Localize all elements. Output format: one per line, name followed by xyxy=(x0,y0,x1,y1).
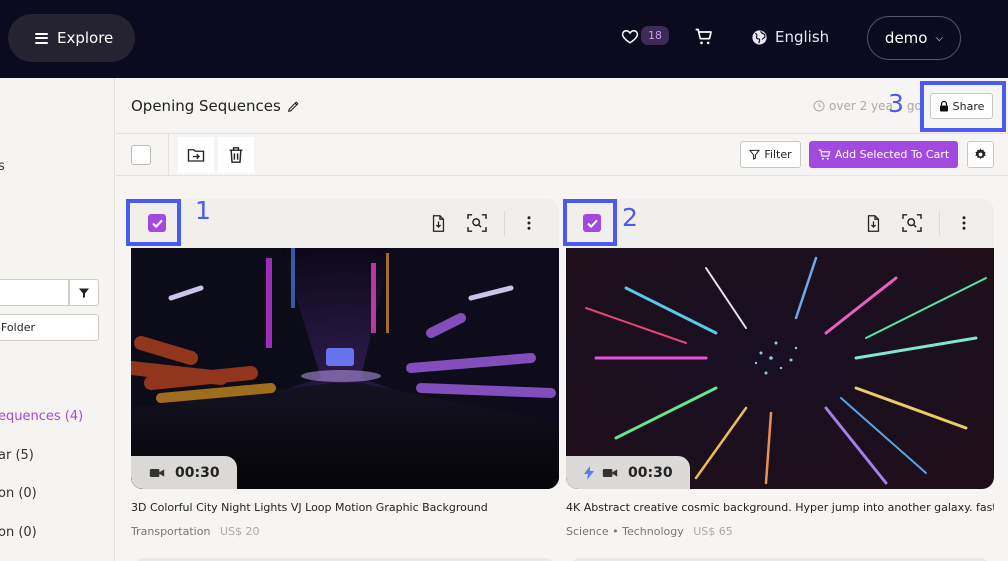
settings-button[interactable] xyxy=(967,141,994,168)
page-title: Opening Sequences xyxy=(131,97,300,115)
select-all-checkbox[interactable] xyxy=(131,145,151,165)
card-title[interactable]: 3D Colorful City Night Lights VJ Loop Mo… xyxy=(131,501,559,514)
card-divider xyxy=(504,211,505,236)
video-card[interactable]: 00:30 xyxy=(131,199,559,489)
video-card[interactable]: 00:30 xyxy=(566,199,994,489)
move-to-folder-button[interactable] xyxy=(178,137,214,173)
download-preview-button[interactable] xyxy=(428,213,448,233)
download-preview-button[interactable] xyxy=(863,213,883,233)
video-camera-icon xyxy=(149,468,165,477)
trash-icon xyxy=(229,147,243,163)
toolbar-divider xyxy=(168,134,169,176)
city-night-lights-image xyxy=(131,248,559,489)
cart-icon[interactable] xyxy=(694,27,714,47)
more-options-button[interactable] xyxy=(519,213,539,233)
user-menu-button[interactable]: demo ⌵ xyxy=(867,16,961,60)
annotation-box-3 xyxy=(920,81,1006,132)
delete-button[interactable] xyxy=(218,137,254,173)
add-selected-to-cart-button[interactable]: Add Selected To Cart xyxy=(809,141,958,168)
heart-icon xyxy=(621,29,639,44)
gear-icon xyxy=(975,148,986,160)
language-label: English xyxy=(775,28,830,46)
duration-badge: 00:30 xyxy=(566,456,690,489)
annotation-number-3: 3 xyxy=(888,89,904,118)
duration-badge: 00:30 xyxy=(131,456,237,489)
explore-menu-button[interactable]: Explore xyxy=(8,14,135,62)
annotation-number-1: 1 xyxy=(195,196,211,225)
sidebar-item-2[interactable]: ar (5) xyxy=(0,448,34,463)
more-vertical-icon xyxy=(962,216,966,230)
top-navigation-bar: Explore 18 English demo ⌵ xyxy=(0,0,1008,78)
filter-icon xyxy=(79,288,89,298)
annotation-box-1 xyxy=(126,199,181,246)
filter-label: Filter xyxy=(764,148,792,161)
selection-toolbar: Filter Add Selected To Cart xyxy=(116,134,1008,176)
clock-icon xyxy=(813,100,825,112)
folder-move-icon xyxy=(187,149,205,162)
cosmic-hyperjump-image xyxy=(566,248,994,489)
find-similar-button[interactable] xyxy=(467,213,487,233)
language-selector[interactable]: English xyxy=(751,28,829,46)
favorites-count-badge: 18 xyxy=(641,26,669,45)
card-title[interactable]: 4K Abstract creative cosmic background. … xyxy=(566,501,994,514)
sidebar-item-4[interactable]: on (0) xyxy=(0,525,37,540)
collection-header: Opening Sequences over 2 yea go Share xyxy=(116,78,1008,134)
pencil-icon[interactable] xyxy=(287,100,300,113)
cart-icon xyxy=(818,149,831,160)
download-file-icon xyxy=(867,214,879,232)
sidebar-item-opening-sequences[interactable]: equences (4) xyxy=(0,409,83,424)
collection-title: Opening Sequences xyxy=(131,97,281,115)
folder-search-input[interactable] xyxy=(0,279,69,306)
hamburger-icon xyxy=(35,30,48,46)
duration-text: 00:30 xyxy=(175,464,220,481)
globe-icon xyxy=(752,29,767,45)
card-category[interactable]: Science • Technology xyxy=(566,525,684,538)
card-divider xyxy=(939,211,940,236)
visual-search-icon xyxy=(467,214,487,232)
favorites-button[interactable]: 18 xyxy=(621,26,669,45)
lightning-icon xyxy=(584,465,594,480)
card-meta: Science • Technology US$ 65 xyxy=(566,525,733,538)
folder-button-label: Folder xyxy=(1,321,35,334)
updated-time: over 2 yea go xyxy=(813,99,922,113)
visual-search-icon xyxy=(902,214,922,232)
new-folder-button[interactable]: Folder xyxy=(0,314,99,341)
download-file-icon xyxy=(432,214,444,232)
video-camera-icon xyxy=(602,468,618,477)
find-similar-button[interactable] xyxy=(902,213,922,233)
card-price: US$ 20 xyxy=(219,525,260,538)
annotation-box-2 xyxy=(563,199,617,246)
card-category[interactable]: Transportation xyxy=(131,525,210,538)
sidebar: s Folder equences (4) ar (5) on (0) on (… xyxy=(0,78,115,561)
add-to-cart-label: Add Selected To Cart xyxy=(834,148,950,161)
folder-filter-button[interactable] xyxy=(69,279,99,306)
sidebar-item-partial[interactable]: s xyxy=(0,159,5,174)
chevron-down-icon: ⌵ xyxy=(935,32,944,44)
more-vertical-icon xyxy=(527,216,531,230)
duration-text: 00:30 xyxy=(628,464,673,481)
video-thumbnail[interactable]: 00:30 xyxy=(566,248,994,489)
annotation-number-2: 2 xyxy=(622,203,638,232)
video-thumbnail[interactable]: 00:30 xyxy=(131,248,559,489)
card-meta: Transportation US$ 20 xyxy=(131,525,259,538)
sidebar-item-3[interactable]: on (0) xyxy=(0,486,37,501)
filter-icon xyxy=(749,149,761,160)
more-options-button[interactable] xyxy=(954,213,974,233)
updated-time-text: over 2 yea xyxy=(829,99,893,113)
card-price: US$ 65 xyxy=(693,525,733,538)
filter-button[interactable]: Filter xyxy=(740,141,801,168)
user-name: demo xyxy=(884,29,928,47)
explore-label: Explore xyxy=(57,29,114,47)
